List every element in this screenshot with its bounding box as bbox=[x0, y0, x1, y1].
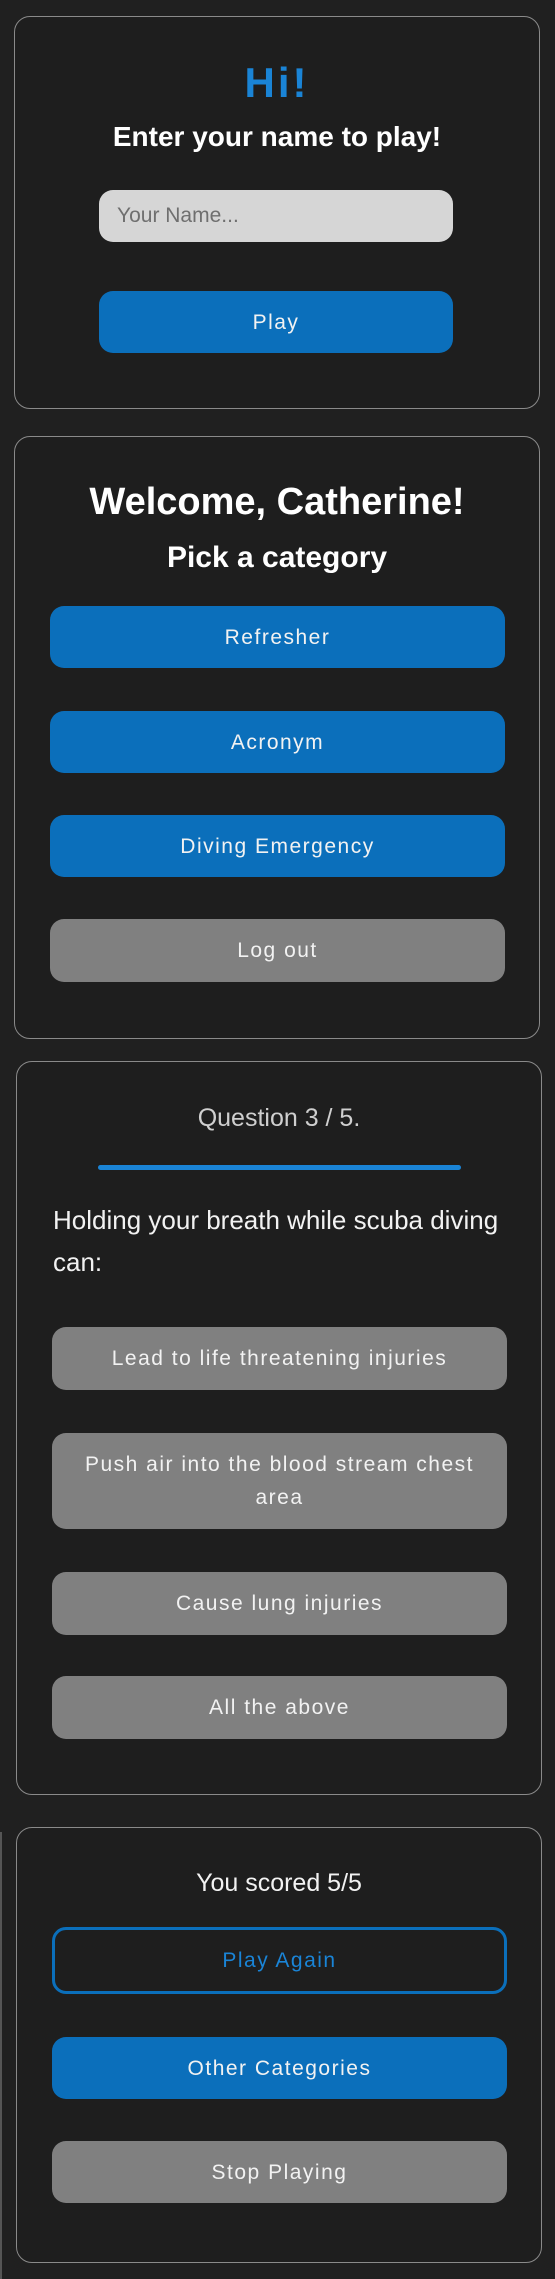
progress-bar bbox=[98, 1165, 461, 1170]
results-card: You scored 5/5 Play Again Other Categori… bbox=[16, 1827, 542, 2263]
question-counter: Question 3 / 5. bbox=[197, 1104, 361, 1132]
answer-button-4[interactable]: All the above bbox=[52, 1676, 507, 1739]
category-button-refresher[interactable]: Refresher bbox=[50, 606, 505, 668]
logout-button[interactable]: Log out bbox=[50, 919, 505, 982]
welcome-title: Welcome, Catherine! bbox=[89, 481, 465, 523]
name-prompt: Enter your name to play! bbox=[112, 121, 442, 152]
category-button-acronym[interactable]: Acronym bbox=[50, 711, 505, 773]
play-button[interactable]: Play bbox=[99, 291, 453, 353]
stop-playing-button[interactable]: Stop Playing bbox=[52, 2141, 507, 2203]
score-text: You scored 5/5 bbox=[196, 1869, 362, 1897]
category-button-diving-emergency[interactable]: Diving Emergency bbox=[50, 815, 505, 877]
answer-button-3[interactable]: Cause lung injuries bbox=[52, 1572, 507, 1635]
name-input[interactable] bbox=[99, 190, 453, 242]
login-card: Hi! Enter your name to play! Play bbox=[14, 16, 540, 409]
question-card: Question 3 / 5. Holding your breath whil… bbox=[16, 1061, 542, 1795]
progress-track bbox=[98, 1165, 461, 1170]
other-categories-button[interactable]: Other Categories bbox=[52, 2037, 507, 2099]
category-card: Welcome, Catherine! Pick a category Refr… bbox=[14, 436, 540, 1039]
category-subtitle: Pick a category bbox=[166, 541, 388, 574]
greeting-title: Hi! bbox=[244, 59, 310, 106]
question-text: Holding your breath while scuba diving c… bbox=[53, 1205, 499, 1277]
edge-divider bbox=[0, 1832, 2, 2279]
play-again-button[interactable]: Play Again bbox=[52, 1927, 507, 1994]
answer-button-2[interactable]: Push air into the blood stream chest are… bbox=[52, 1433, 507, 1529]
answer-button-1[interactable]: Lead to life threatening injuries bbox=[52, 1327, 507, 1390]
